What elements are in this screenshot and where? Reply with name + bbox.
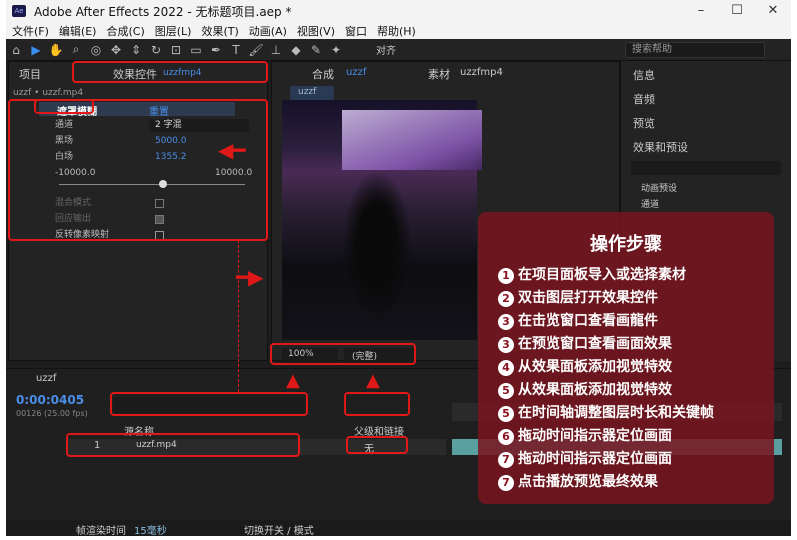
panel-preview[interactable]: 预览 <box>633 115 655 131</box>
composition-name: uzzf <box>346 67 367 78</box>
app-window: Ae Adobe After Effects 2022 - 无标题项目.aep … <box>6 0 791 536</box>
clone-tool-icon[interactable]: ⊥ <box>266 43 286 57</box>
zoom-tool-icon[interactable]: ⌕ <box>66 42 86 57</box>
menu-composition[interactable]: 合成(C) <box>106 23 144 39</box>
arrow-icon: ▲ <box>286 370 300 391</box>
tab-timeline[interactable]: uzzf <box>36 373 56 384</box>
tab-project[interactable]: 项目 <box>19 66 41 82</box>
pan-tool-icon[interactable]: ✥ <box>106 43 126 57</box>
roto-tool-icon[interactable]: ✎ <box>306 43 326 57</box>
menu-effect[interactable]: 效果(T) <box>201 23 238 39</box>
selection-tool-icon[interactable]: ▶ <box>26 43 46 57</box>
ae-logo-icon: Ae <box>12 5 26 17</box>
tab-footage[interactable]: 素材 <box>428 66 450 82</box>
timecode[interactable]: 0:00:0405 <box>16 393 84 407</box>
dolly-tool-icon[interactable]: ⇕ <box>126 43 146 57</box>
layer-path: uzzf • uzzf.mp4 <box>13 88 84 98</box>
panel-effects-presets[interactable]: 效果和预设 <box>633 139 688 155</box>
status-bar: 帧渲染时间 15毫秒 切换开关 / 模式 <box>6 520 791 536</box>
highlight-box <box>8 99 268 241</box>
align-label[interactable]: 对齐 <box>376 42 396 57</box>
render-time-label: 帧渲染时间 <box>76 526 126 536</box>
highlight-box <box>66 433 300 457</box>
menu-help[interactable]: 帮助(H) <box>377 23 416 39</box>
menu-window[interactable]: 窗口 <box>345 23 367 39</box>
effects-search-input[interactable] <box>631 161 781 175</box>
arrow-icon: ▲ <box>366 370 380 391</box>
step-item: 1 在项目面板导入或选择素材 <box>498 264 686 284</box>
comp-chip-label: uzzf <box>298 87 317 97</box>
tab-composition[interactable]: 合成 <box>312 66 334 82</box>
arrow-icon: ━▶ <box>236 265 264 289</box>
step-item: 3 在预览窗口查看画面效果 <box>498 333 672 353</box>
rectangle-tool-icon[interactable]: ▭ <box>186 43 206 57</box>
highlight-box <box>344 392 410 416</box>
menu-file[interactable]: 文件(F) <box>12 23 49 39</box>
step-item: 7 拖动时间指示器定位画面 <box>498 448 672 468</box>
window-title: Adobe After Effects 2022 - 无标题项目.aep * <box>34 4 292 19</box>
arrow-icon: ◀━ <box>218 138 246 162</box>
title-bar: Ae Adobe After Effects 2022 - 无标题项目.aep … <box>6 0 791 22</box>
step-item: 5 从效果面板添加视觉特效 <box>498 379 672 399</box>
home-icon[interactable]: ⌂ <box>6 43 26 57</box>
fps-readout: 00126 (25.00 fps) <box>16 409 88 418</box>
brush-tool-icon[interactable]: 🖌 <box>246 43 266 57</box>
help-search-input[interactable]: 搜索帮助 <box>625 42 765 58</box>
text-tool-icon[interactable]: T <box>226 43 246 57</box>
orbit-tool-icon[interactable]: ◎ <box>86 43 106 57</box>
step-item: 6 拖动时间指示器定位画面 <box>498 425 672 445</box>
menu-animation[interactable]: 动画(A) <box>249 23 287 39</box>
highlight-box <box>270 343 416 365</box>
menu-edit[interactable]: 编辑(E) <box>59 23 97 39</box>
menu-view[interactable]: 视图(V) <box>297 23 335 39</box>
step-item: 3 在击览窗口查看画龍件 <box>498 310 658 330</box>
eraser-tool-icon[interactable]: ◆ <box>286 43 306 57</box>
pen-tool-icon[interactable]: ✒ <box>206 43 226 57</box>
menu-layer[interactable]: 图层(L) <box>155 23 192 39</box>
puppet-tool-icon[interactable]: ✦ <box>326 43 346 57</box>
rotate-tool-icon[interactable]: ↻ <box>146 43 166 57</box>
anchor-tool-icon[interactable]: ⊡ <box>166 43 186 57</box>
step-item: 7 点击播放预览最终效果 <box>498 471 658 491</box>
highlight-box <box>346 436 408 454</box>
panel-info[interactable]: 信息 <box>633 67 655 83</box>
tree-item[interactable]: 动画预设 <box>641 181 677 194</box>
step-item: 2 双击图层打开效果控件 <box>498 287 658 307</box>
footage-name: uzzfmp4 <box>460 67 503 78</box>
toggle-modes[interactable]: 切换开关 / 模式 <box>244 522 314 536</box>
tool-bar: ⌂ ▶ ✋ ⌕ ◎ ✥ ⇕ ↻ ⊡ ▭ ✒ T 🖌 ⊥ ◆ ✎ ✦ 对齐 搜索帮… <box>6 39 791 61</box>
steps-overlay: 操作步骤 1 在项目面板导入或选择素材 2 双击图层打开效果控件 3 在击览窗口查看画… <box>478 212 774 504</box>
dashed-guide <box>238 240 239 392</box>
close-button[interactable]: ✕ <box>755 0 791 22</box>
minimize-button[interactable]: – <box>683 0 719 22</box>
panel-audio[interactable]: 音频 <box>633 91 655 107</box>
video-frame-image <box>342 170 412 320</box>
highlight-box <box>72 61 268 83</box>
tree-item[interactable]: 通道 <box>641 197 659 210</box>
composition-viewer[interactable] <box>282 100 482 340</box>
video-frame-image <box>342 110 482 170</box>
render-time-value: 15毫秒 <box>134 526 167 536</box>
step-item: 5 在时间轴调整图层时长和关键帧 <box>498 402 714 422</box>
step-item: 4 从效果面板添加视觉特效 <box>498 356 672 376</box>
maximize-button[interactable]: ☐ <box>719 0 755 22</box>
overlay-heading: 操作步骤 <box>590 234 662 255</box>
menu-bar: 文件(F) 编辑(E) 合成(C) 图层(L) 效果(T) 动画(A) 视图(V… <box>6 22 791 39</box>
highlight-box <box>110 392 308 416</box>
hand-tool-icon[interactable]: ✋ <box>46 43 66 57</box>
